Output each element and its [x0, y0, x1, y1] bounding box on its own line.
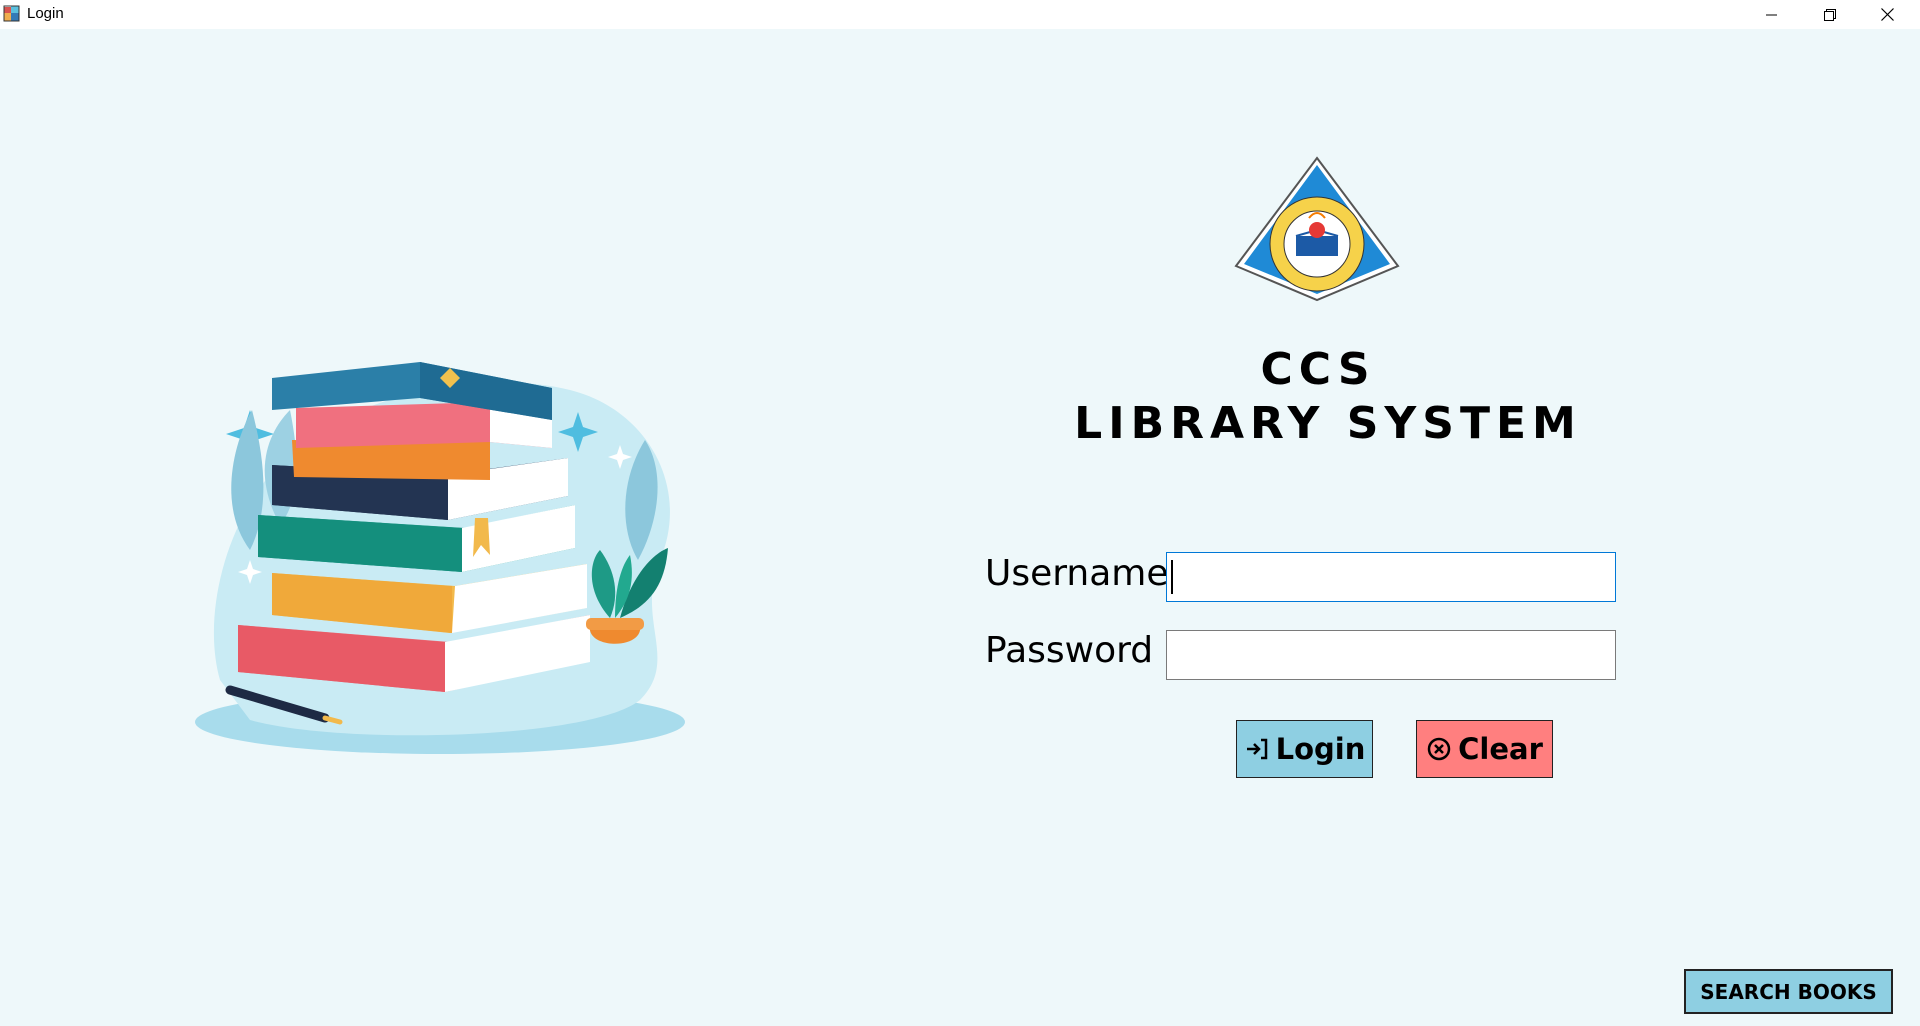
ccs-logo [1234, 156, 1400, 302]
books-illustration [195, 362, 685, 754]
clear-button-label: Clear [1458, 732, 1543, 766]
password-input[interactable] [1166, 630, 1616, 680]
circle-x-icon [1427, 737, 1451, 761]
app-title-line1: CCS [1260, 344, 1376, 395]
restore-button[interactable] [1801, 0, 1858, 29]
clear-button[interactable]: Clear [1416, 720, 1553, 778]
app-title-line2: LIBRARY SYSTEM [1074, 398, 1582, 449]
minimize-button[interactable] [1743, 0, 1800, 29]
restore-icon [1823, 8, 1836, 21]
password-label: Password [985, 630, 1154, 671]
close-icon [1881, 8, 1894, 21]
login-button[interactable]: Login [1236, 720, 1373, 778]
username-label: Username [985, 553, 1169, 594]
window-title: Login [27, 5, 64, 22]
app-icon [3, 5, 20, 22]
minimize-icon [1765, 14, 1777, 15]
title-bar: Login [0, 0, 1920, 29]
text-caret [1171, 560, 1173, 594]
login-button-label: Login [1275, 732, 1366, 766]
username-input[interactable] [1166, 552, 1616, 602]
login-arrow-icon [1246, 738, 1267, 760]
search-books-button[interactable]: SEARCH BOOKS [1684, 969, 1893, 1014]
close-button[interactable] [1859, 0, 1916, 29]
